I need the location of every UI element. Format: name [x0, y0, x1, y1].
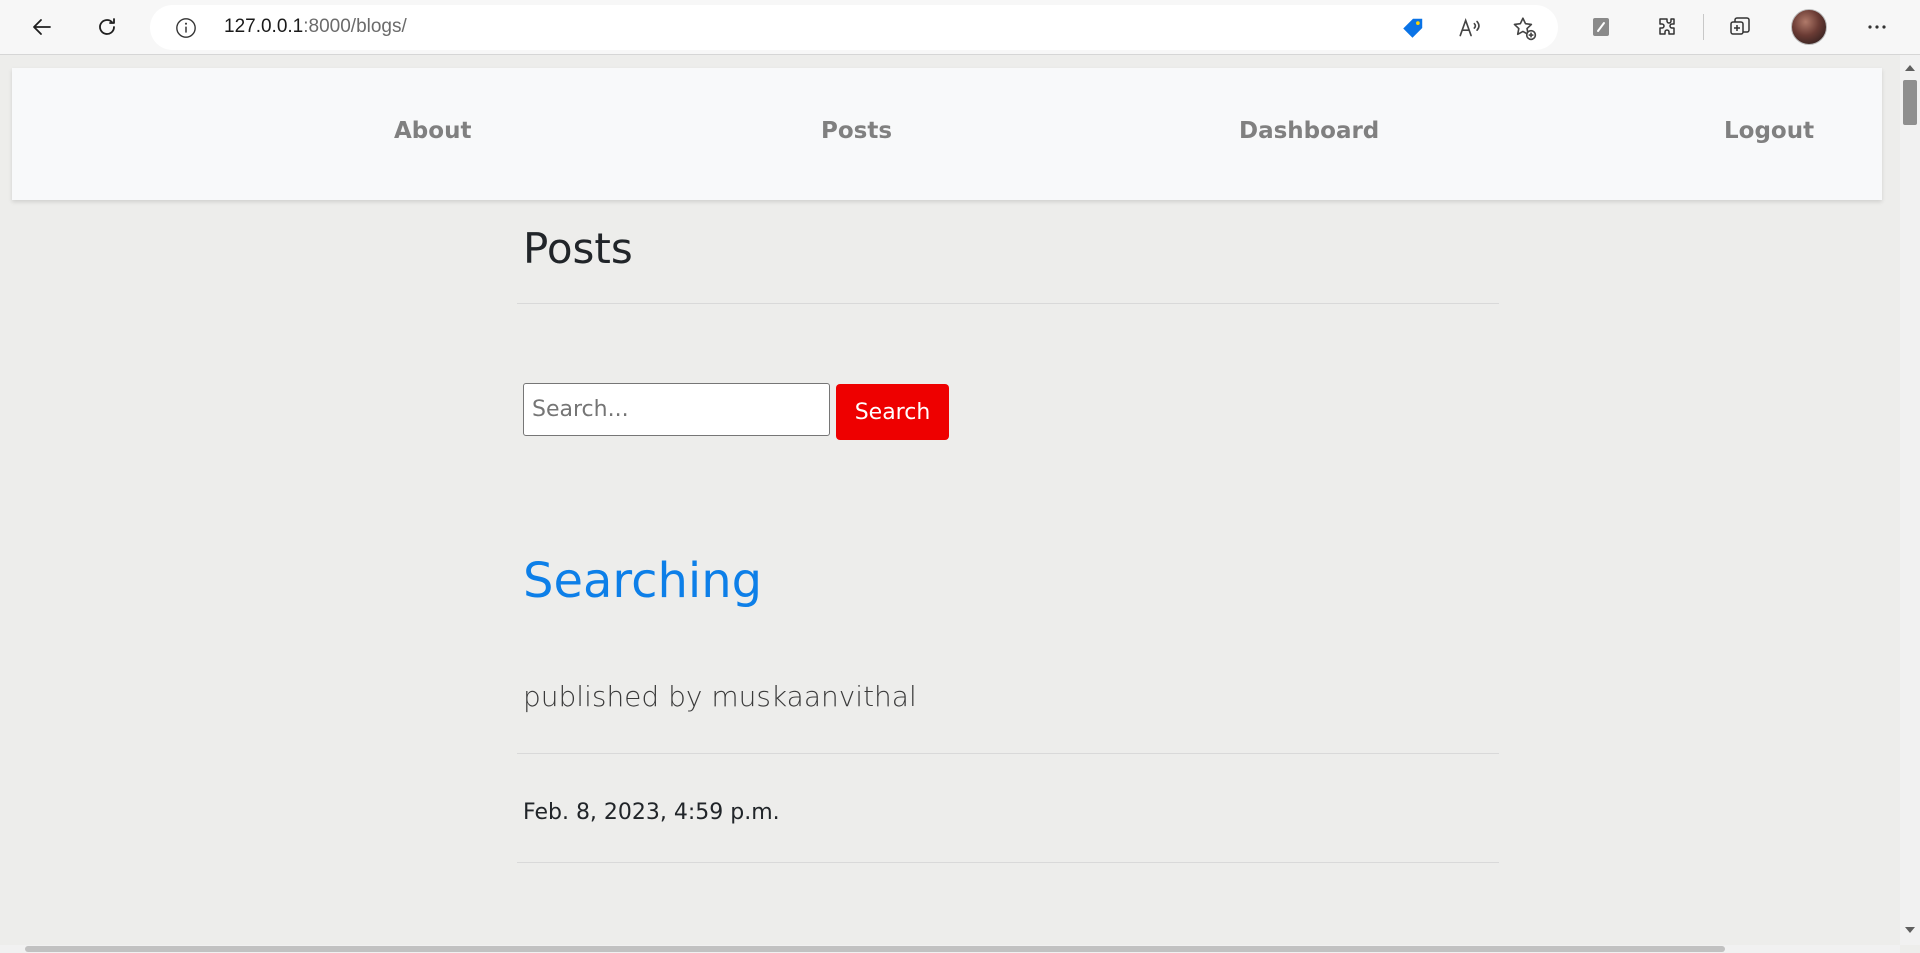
- post-divider: [517, 753, 1499, 754]
- post-date: Feb. 8, 2023, 4:59 p.m.: [523, 800, 780, 825]
- url-path: :8000/blogs/: [303, 16, 407, 37]
- url-text[interactable]: 127.0.0.1:8000/blogs/: [224, 16, 407, 38]
- toolbar-separator: [1703, 14, 1704, 40]
- page-viewport: About Posts Dashboard Logout Posts Searc…: [0, 55, 1900, 945]
- read-aloud-icon[interactable]: [1457, 15, 1483, 41]
- browser-toolbar: 127.0.0.1:8000/blogs/: [0, 0, 1920, 55]
- site-navbar: About Posts Dashboard Logout: [12, 68, 1882, 200]
- scroll-up-arrow-icon[interactable]: [1905, 65, 1915, 71]
- horizontal-scroll-thumb[interactable]: [25, 946, 1725, 952]
- extensions-icon[interactable]: [1649, 9, 1685, 45]
- nav-link-dashboard[interactable]: Dashboard: [1239, 118, 1379, 144]
- page-title: Posts: [523, 224, 633, 273]
- post-author: published by muskaanvithal: [523, 680, 917, 713]
- scroll-down-arrow-icon[interactable]: [1905, 927, 1915, 933]
- collections-icon[interactable]: [1722, 9, 1758, 45]
- vertical-scroll-thumb[interactable]: [1903, 80, 1917, 125]
- nav-link-posts[interactable]: Posts: [821, 118, 892, 144]
- nav-link-logout[interactable]: Logout: [1724, 118, 1814, 144]
- add-favorite-icon[interactable]: [1511, 15, 1537, 41]
- refresh-icon[interactable]: [89, 9, 125, 45]
- address-bar[interactable]: 127.0.0.1:8000/blogs/: [150, 5, 1558, 50]
- more-menu-icon[interactable]: [1859, 9, 1895, 45]
- horizontal-scrollbar[interactable]: [0, 945, 1900, 953]
- info-icon[interactable]: [175, 17, 197, 39]
- title-divider: [517, 303, 1499, 304]
- back-arrow-icon[interactable]: [24, 9, 60, 45]
- notes-icon[interactable]: [1583, 9, 1619, 45]
- post-bottom-divider: [517, 862, 1499, 863]
- search-button[interactable]: Search: [836, 384, 949, 440]
- url-host: 127.0.0.1: [224, 16, 304, 37]
- post-title-link[interactable]: Searching: [523, 553, 762, 609]
- nav-link-about[interactable]: About: [394, 118, 471, 144]
- search-input[interactable]: [523, 383, 830, 436]
- profile-avatar[interactable]: [1791, 9, 1827, 45]
- shopping-tag-icon[interactable]: [1400, 15, 1426, 41]
- vertical-scrollbar[interactable]: [1900, 55, 1920, 945]
